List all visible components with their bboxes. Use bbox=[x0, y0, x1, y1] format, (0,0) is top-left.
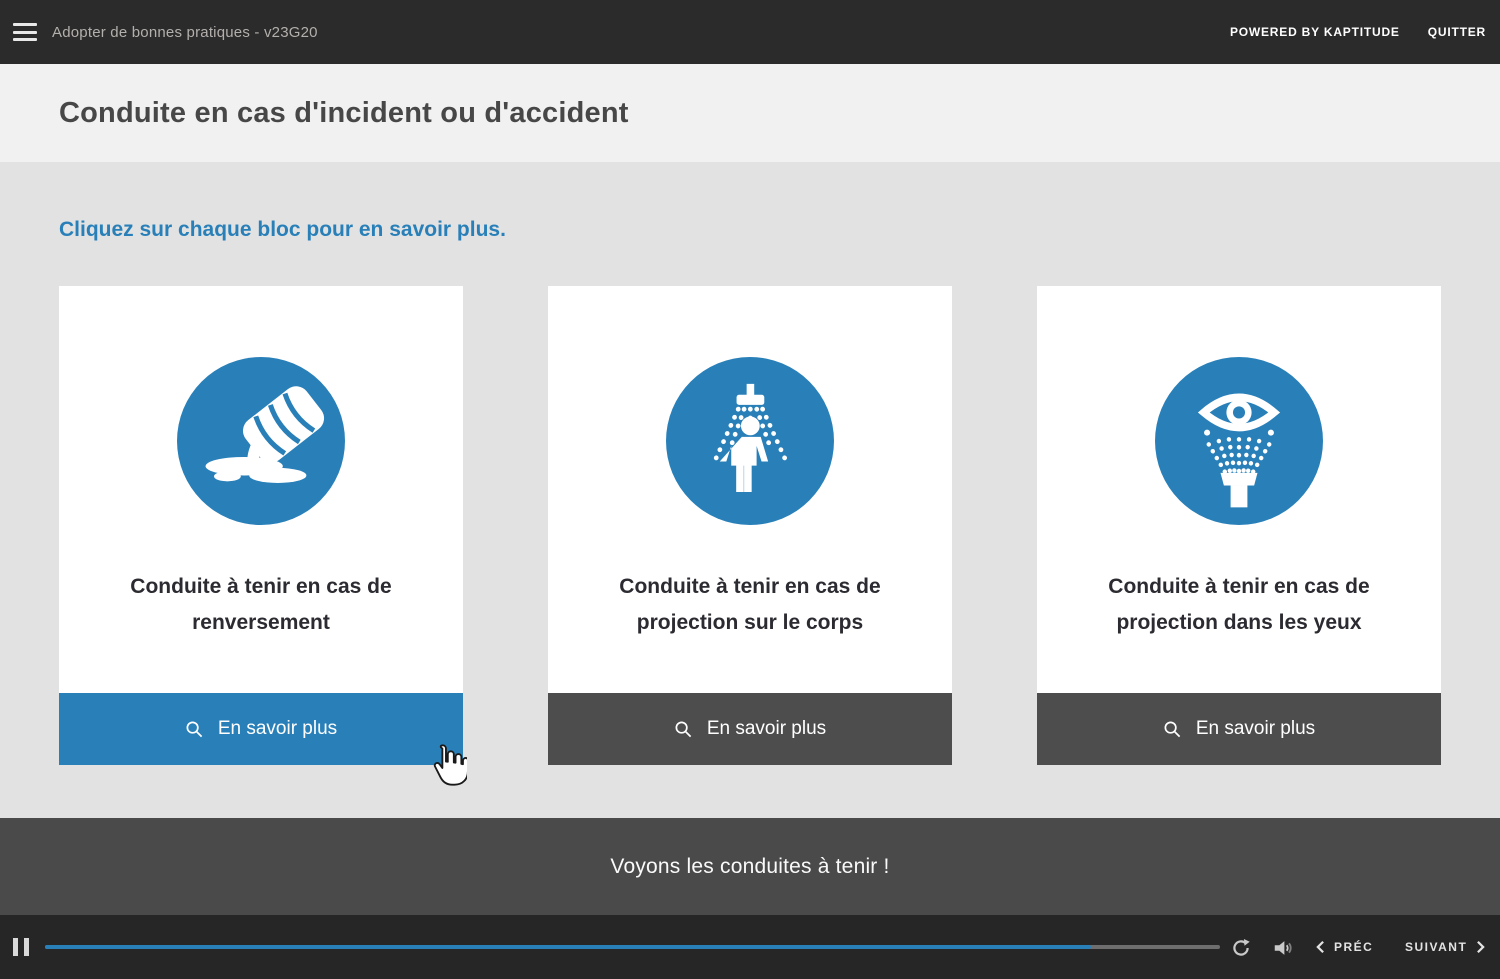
card-title: Conduite à tenir en cas de renversement bbox=[59, 569, 463, 641]
progress-fill bbox=[45, 945, 1091, 949]
cards-row: Conduite à tenir en cas de renversement … bbox=[59, 286, 1441, 765]
learn-more-button-renversement[interactable]: En savoir plus bbox=[59, 693, 463, 765]
search-icon bbox=[185, 720, 204, 739]
prev-label: PRÉC bbox=[1334, 940, 1373, 954]
powered-by-label: POWERED BY KAPTITUDE bbox=[1230, 25, 1400, 39]
main-content: Cliquez sur chaque bloc pour en savoir p… bbox=[0, 162, 1500, 818]
chevron-left-icon bbox=[1316, 940, 1325, 954]
card-projection-yeux[interactable]: Conduite à tenir en cas de projection da… bbox=[1037, 286, 1441, 765]
chevron-right-icon bbox=[1476, 940, 1485, 954]
page-title: Conduite en cas d'incident ou d'accident bbox=[59, 97, 629, 130]
card-title: Conduite à tenir en cas de projection da… bbox=[1037, 569, 1441, 641]
eye-wash-icon bbox=[1155, 357, 1323, 525]
safety-shower-icon bbox=[666, 357, 834, 525]
learn-more-button-projection-yeux[interactable]: En savoir plus bbox=[1037, 693, 1441, 765]
spill-barrel-icon bbox=[177, 357, 345, 525]
course-title: Adopter de bonnes pratiques - v23G20 bbox=[52, 24, 318, 41]
progress-bar[interactable] bbox=[45, 945, 1220, 949]
prev-button[interactable]: PRÉC bbox=[1316, 915, 1373, 979]
menu-icon[interactable] bbox=[13, 23, 37, 41]
learn-more-label: En savoir plus bbox=[1196, 718, 1315, 740]
top-bar: Adopter de bonnes pratiques - v23G20 POW… bbox=[0, 0, 1500, 64]
instruction-text: Cliquez sur chaque bloc pour en savoir p… bbox=[59, 218, 506, 242]
learn-more-button-projection-corps[interactable]: En savoir plus bbox=[548, 693, 952, 765]
card-renversement[interactable]: Conduite à tenir en cas de renversement … bbox=[59, 286, 463, 765]
quit-button[interactable]: QUITTER bbox=[1428, 25, 1486, 39]
caption-text: Voyons les conduites à tenir ! bbox=[610, 855, 889, 879]
replay-icon[interactable] bbox=[1230, 937, 1252, 959]
page-header: Conduite en cas d'incident ou d'accident bbox=[0, 64, 1500, 162]
volume-icon[interactable] bbox=[1272, 937, 1294, 959]
caption-banner: Voyons les conduites à tenir ! bbox=[0, 818, 1500, 915]
card-projection-corps[interactable]: Conduite à tenir en cas de projection su… bbox=[548, 286, 952, 765]
search-icon bbox=[674, 720, 693, 739]
next-label: SUIVANT bbox=[1405, 940, 1467, 954]
card-title: Conduite à tenir en cas de projection su… bbox=[548, 569, 952, 641]
next-button[interactable]: SUIVANT bbox=[1405, 915, 1485, 979]
learn-more-label: En savoir plus bbox=[707, 718, 826, 740]
pause-button[interactable] bbox=[13, 938, 29, 956]
learn-more-label: En savoir plus bbox=[218, 718, 337, 740]
player-bar: PRÉC SUIVANT bbox=[0, 915, 1500, 979]
search-icon bbox=[1163, 720, 1182, 739]
